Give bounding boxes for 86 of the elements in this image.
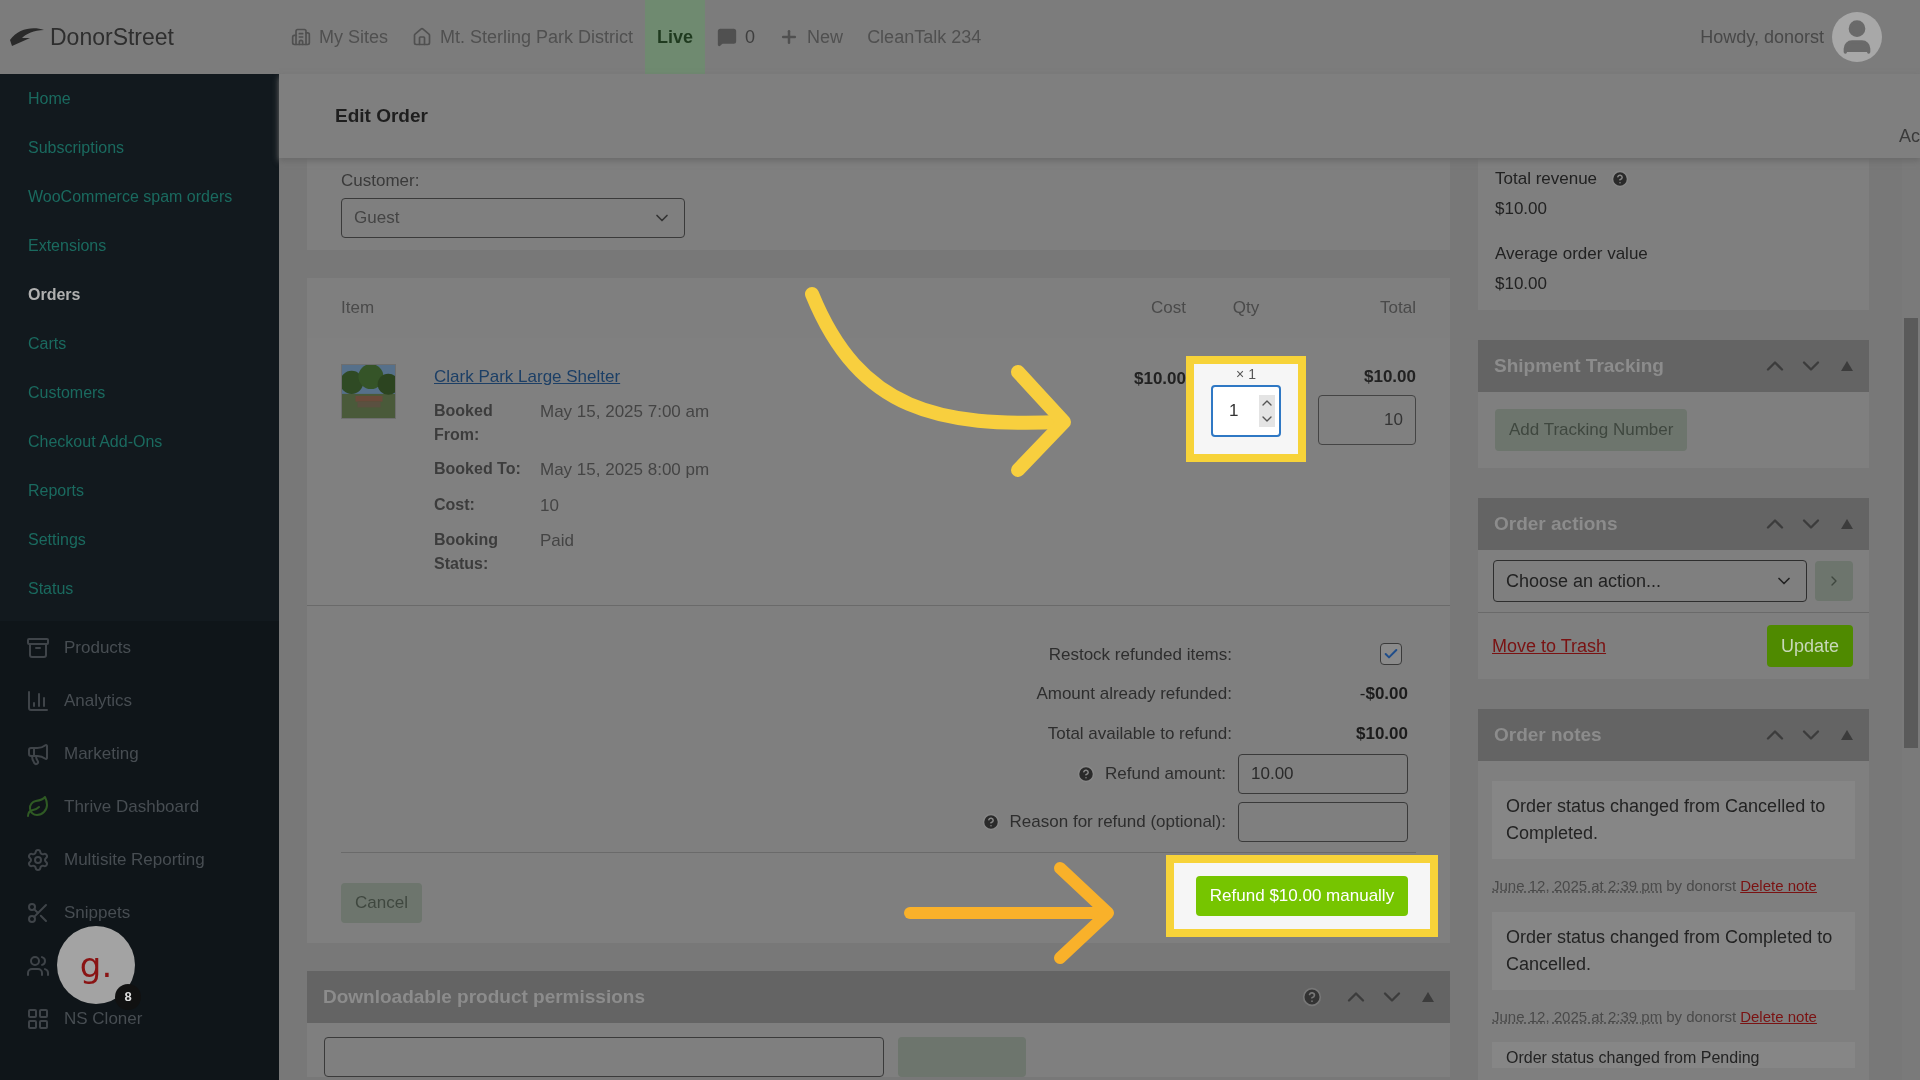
logo-text[interactable]: DonorStreet <box>50 19 174 55</box>
meta-value: May 15, 2025 7:00 am <box>540 401 710 423</box>
restock-label: Restock refunded items: <box>1048 643 1232 666</box>
refund-amount-label: Refund amount: <box>1105 763 1226 786</box>
users-icon <box>26 953 50 978</box>
menu-item[interactable]: Analytics <box>64 687 133 714</box>
help-icon <box>1611 169 1630 188</box>
submenu-item[interactable]: Orders <box>0 270 279 319</box>
menu-item[interactable]: Products <box>64 634 132 661</box>
submenu-item[interactable]: WooCommerce spam orders <box>0 172 279 221</box>
refunded-value: -$0.00 <box>1358 683 1408 705</box>
stat-value: $10.00 <box>1495 272 1548 295</box>
product-search-field[interactable] <box>324 1037 884 1077</box>
submenu-item[interactable]: Settings <box>0 515 279 564</box>
meta-label: Cost: <box>434 494 476 515</box>
stat-value: $10.00 <box>1495 197 1548 220</box>
total-input[interactable]: 10 <box>1318 395 1416 445</box>
submenu-item[interactable]: Customers <box>0 368 279 417</box>
customer-select[interactable]: Guest <box>341 197 685 238</box>
qty-input[interactable]: 1 <box>1211 384 1281 437</box>
note-text: Order status changed from Completed to Cancelled. <box>1506 926 1833 974</box>
meta-label: Booked From: <box>434 401 494 445</box>
submenu-item[interactable]: Reports <box>0 466 279 515</box>
collapse-icon[interactable] <box>1841 519 1853 529</box>
edge-text: Ac <box>1899 125 1920 148</box>
product-link[interactable]: Clark Park Large Shelter <box>434 363 1086 389</box>
reason-input[interactable] <box>1238 802 1408 842</box>
live-badge[interactable]: Live <box>645 0 706 74</box>
count-badge: 8 <box>115 984 141 1010</box>
note-text: Order status changed from Cancelled to Completed. <box>1506 796 1826 843</box>
stat-label: Average order value <box>1495 243 1648 265</box>
chat-letter: g. <box>79 943 113 987</box>
help-icon <box>1077 765 1096 783</box>
submenu-item[interactable]: Carts <box>0 319 279 368</box>
delete-note-link[interactable]: Delete note <box>1740 875 1817 898</box>
leaf-icon <box>26 794 50 819</box>
stat-label: Total revenue <box>1495 168 1598 190</box>
item-total: $10.00 <box>1364 365 1416 388</box>
note-text: Order status changed from Pending <box>1506 1049 1760 1066</box>
collapse-icon[interactable] <box>1422 992 1434 1002</box>
gear-icon <box>26 847 50 872</box>
refund-amount-input[interactable]: 10.00 <box>1238 754 1408 794</box>
home-icon <box>412 27 432 47</box>
qty-text: × 1 <box>1236 364 1256 384</box>
scissors-icon <box>26 900 50 925</box>
help-icon <box>981 813 1000 831</box>
delete-note-link[interactable]: Delete note <box>1740 1005 1817 1028</box>
meta-value: 10 <box>540 494 559 517</box>
submenu-item[interactable]: Home <box>0 74 279 123</box>
comment-icon <box>717 27 738 47</box>
reason-label: Reason for refund (optional): <box>1009 811 1226 834</box>
submenu-item[interactable]: Extensions <box>0 221 279 270</box>
refund-button[interactable]: Refund $10.00 manually <box>1195 876 1409 916</box>
menu-item[interactable]: Marketing <box>64 740 139 767</box>
menu-item[interactable]: Multisite Reporting <box>64 846 205 873</box>
bar-chart-icon <box>26 688 50 713</box>
action-select[interactable]: Choose an action... <box>1493 560 1807 602</box>
meta-value: May 15, 2025 8:00 pm <box>540 459 710 481</box>
archive-icon <box>26 635 50 660</box>
comments-link[interactable]: 0 <box>705 23 768 51</box>
meta-label: Booking Status: <box>434 530 499 574</box>
submenu-item[interactable]: Subscriptions <box>0 123 279 172</box>
trash-link[interactable]: Move to Trash <box>1492 632 1607 660</box>
menu-item[interactable]: Snippets <box>64 899 131 926</box>
menu-item[interactable]: Thrive Dashboard <box>64 793 200 820</box>
customer-label: Customer: <box>341 170 421 192</box>
avatar[interactable] <box>1832 12 1882 62</box>
refunded-label: Amount already refunded: <box>1036 683 1232 705</box>
collapse-icon[interactable] <box>1841 730 1853 740</box>
buildings-icon <box>291 27 311 47</box>
meta-label: Booked To: <box>434 459 522 479</box>
megaphone-icon <box>26 741 50 766</box>
update-button[interactable]: Update <box>1766 625 1853 667</box>
page-title: Edit Order <box>335 103 429 128</box>
collapse-icon[interactable] <box>1841 361 1853 371</box>
submenu-item[interactable]: Checkout Add-Ons <box>0 417 279 466</box>
item-cost: $10.00 <box>1133 367 1186 390</box>
spinner-icon[interactable] <box>1259 394 1275 427</box>
apply-action-button[interactable] <box>1815 561 1853 601</box>
available-label: Total available to refund: <box>1047 722 1232 745</box>
meta-value: Paid <box>540 530 575 552</box>
restock-checkbox[interactable] <box>1380 643 1402 666</box>
available-value: $10.00 <box>1355 722 1408 745</box>
submenu-item[interactable]: Status <box>0 564 279 613</box>
grid-icon <box>26 1006 50 1031</box>
help-icon <box>1302 987 1322 1007</box>
